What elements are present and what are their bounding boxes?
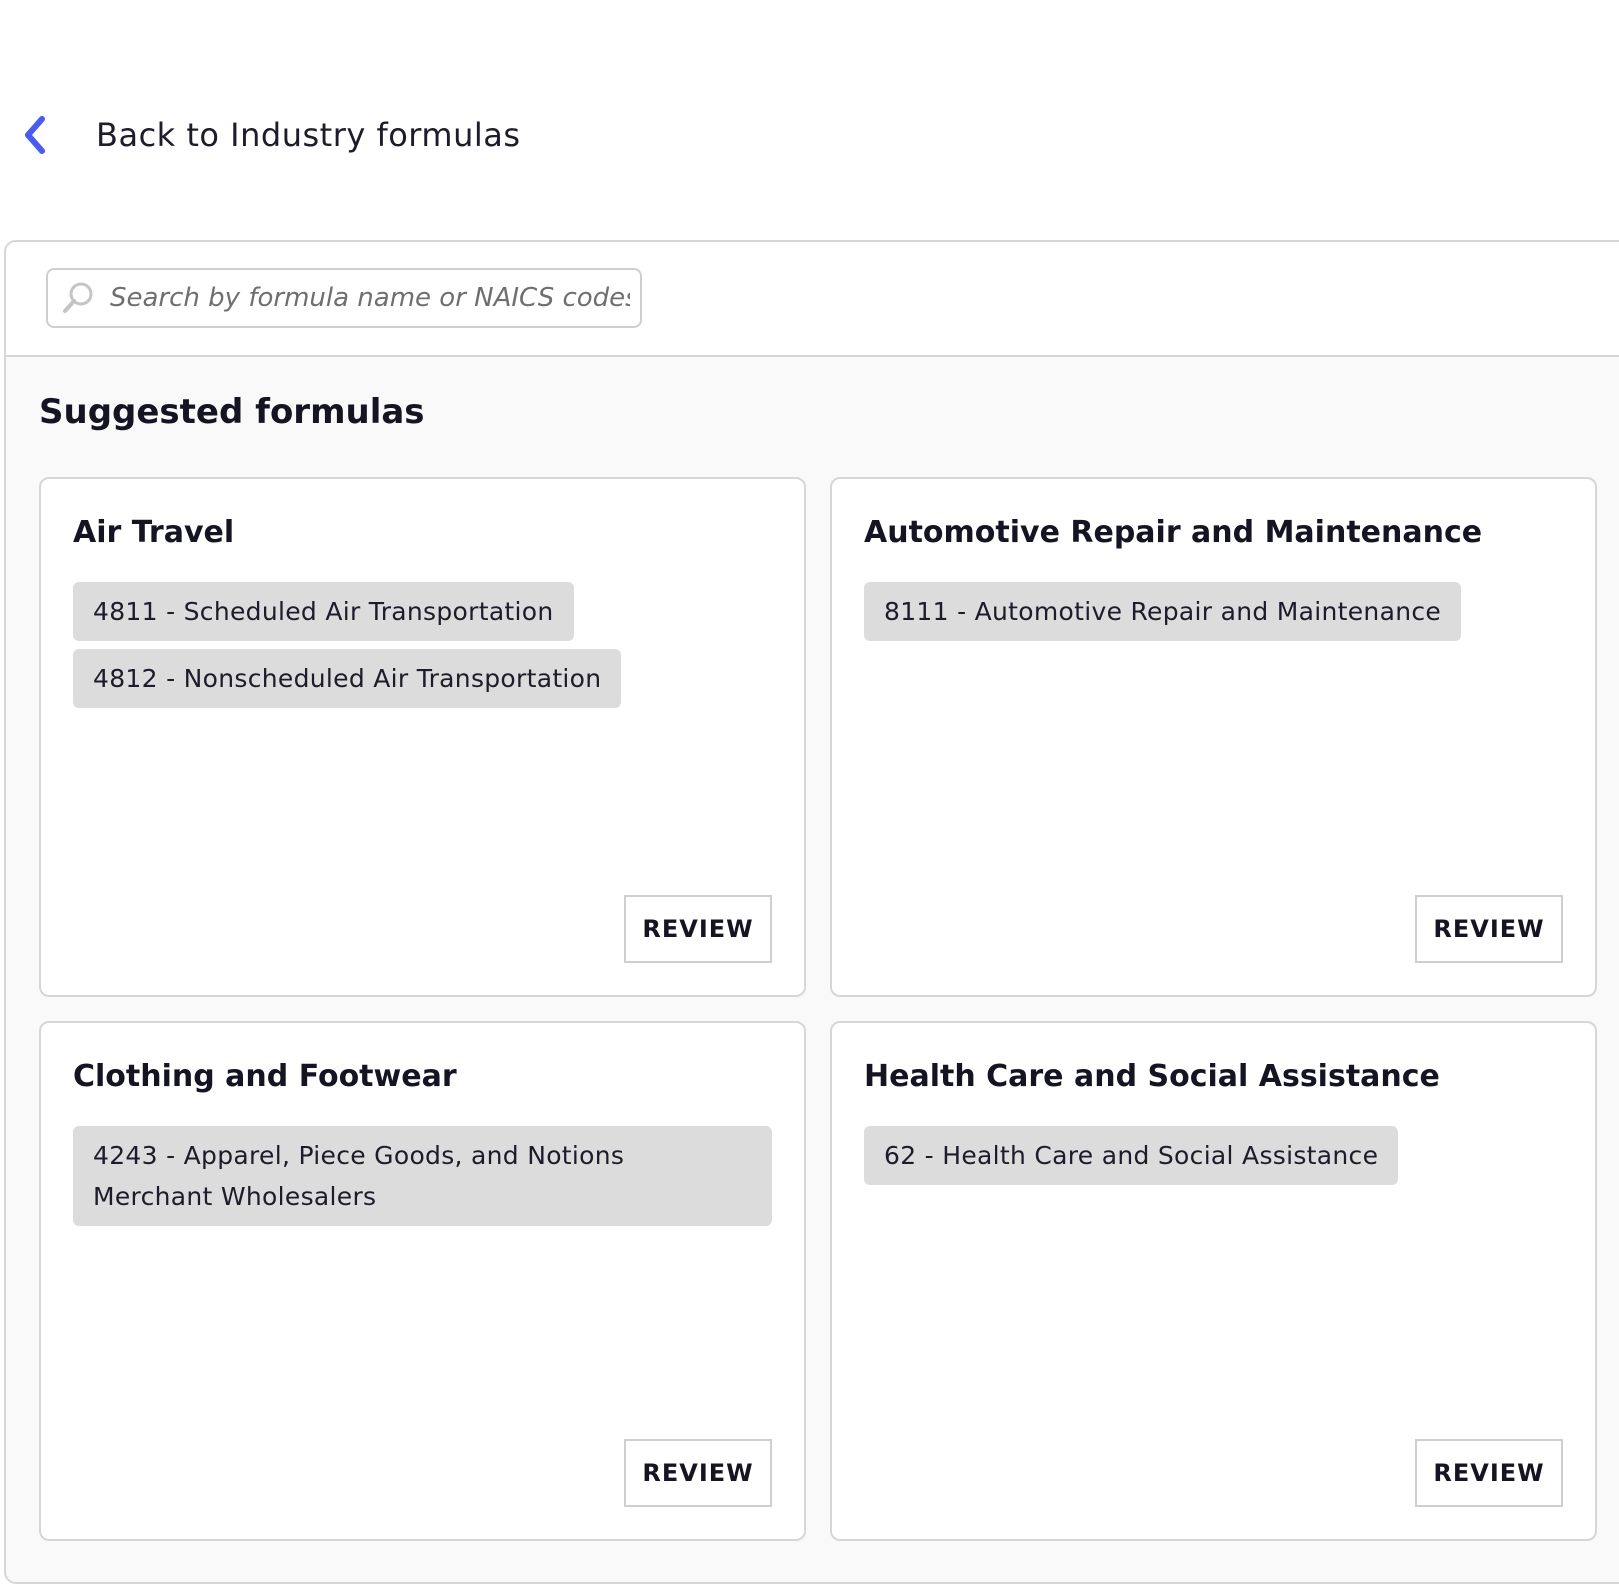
naics-tag: 4812 - Nonscheduled Air Transportation — [73, 649, 622, 708]
card-title: Health Care and Social Assistance — [864, 1059, 1440, 1094]
naics-tag-list: 62 - Health Care and Social Assistance — [864, 1126, 1563, 1185]
formula-cards-grid: Air Travel 4811 - Scheduled Air Transpor… — [39, 477, 1597, 1541]
formulas-panel: Suggested formulas Air Travel 4811 - Sch… — [4, 240, 1619, 1584]
review-button[interactable]: REVIEW — [624, 1439, 772, 1507]
back-link-label: Back to Industry formulas — [96, 116, 521, 154]
card-title: Air Travel — [73, 515, 235, 550]
search-icon — [58, 278, 98, 318]
formula-card-automotive-repair: Automotive Repair and Maintenance 8111 -… — [830, 477, 1597, 997]
formula-card-clothing-footwear: Clothing and Footwear 4243 - Apparel, Pi… — [39, 1021, 806, 1541]
formula-card-air-travel: Air Travel 4811 - Scheduled Air Transpor… — [39, 477, 806, 997]
review-button[interactable]: REVIEW — [1415, 1439, 1563, 1507]
chevron-left-icon — [20, 115, 56, 155]
naics-tag-list: 4811 - Scheduled Air Transportation 4812… — [73, 582, 772, 708]
naics-tag: 4243 - Apparel, Piece Goods, and Notions… — [73, 1126, 772, 1226]
section-title: Suggested formulas — [39, 392, 425, 432]
search-bar-area — [6, 242, 1619, 357]
back-to-industry-formulas-link[interactable]: Back to Industry formulas — [20, 110, 521, 160]
card-title: Automotive Repair and Maintenance — [864, 515, 1483, 550]
card-title: Clothing and Footwear — [73, 1059, 457, 1094]
search-box[interactable] — [46, 268, 642, 328]
naics-tag: 62 - Health Care and Social Assistance — [864, 1126, 1399, 1185]
naics-tag-list: 4243 - Apparel, Piece Goods, and Notions… — [73, 1126, 772, 1226]
naics-tag-list: 8111 - Automotive Repair and Maintenance — [864, 582, 1563, 641]
naics-tag: 8111 - Automotive Repair and Maintenance — [864, 582, 1462, 641]
naics-tag: 4811 - Scheduled Air Transportation — [73, 582, 574, 641]
review-button[interactable]: REVIEW — [624, 895, 772, 963]
search-input[interactable] — [108, 282, 632, 314]
review-button[interactable]: REVIEW — [1415, 895, 1563, 963]
formula-card-health-care: Health Care and Social Assistance 62 - H… — [830, 1021, 1597, 1541]
